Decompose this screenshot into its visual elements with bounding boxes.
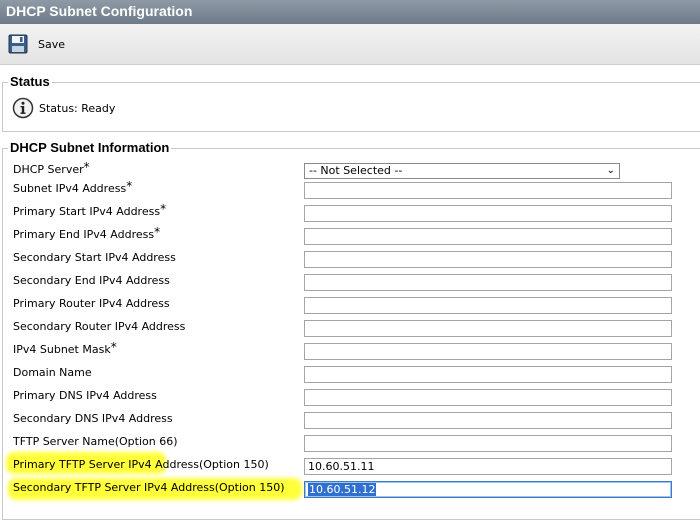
domain-name-input[interactable] [304,366,672,383]
secondary-router-input[interactable] [304,320,672,337]
primary-router-label: Primary Router IPv4 Address [13,297,170,310]
status-text: Status: Ready [39,101,116,115]
primary-tftp-label: Primary TFTP Server IPv4 Address(Option … [13,458,269,471]
dhcp-server-selected: -- Not Selected -- [309,164,403,177]
tftp-server-name-label: TFTP Server Name(Option 66) [13,435,178,448]
secondary-tftp-label: Secondary TFTP Server IPv4 Address(Optio… [13,481,285,494]
primary-router-input[interactable] [304,297,672,314]
title-bar: DHCP Subnet Configuration [0,0,700,24]
toolbar: Save [0,24,700,65]
primary-start-input[interactable] [304,205,672,222]
dhcp-server-label: DHCP Server* [13,160,90,176]
info-icon [12,97,34,119]
save-button[interactable]: Save [8,34,65,54]
primary-dns-input[interactable] [304,389,672,406]
secondary-end-label: Secondary End IPv4 Address [13,274,170,287]
domain-name-label: Domain Name [13,366,92,379]
floppy-disk-icon [8,34,28,54]
tftp-server-name-input[interactable] [304,435,672,452]
selected-text: 10.60.51.12 [308,483,377,496]
subnet-mask-label: IPv4 Subnet Mask* [13,340,117,356]
secondary-tftp-input[interactable]: 10.60.51.12 [304,481,672,498]
secondary-start-label: Secondary Start IPv4 Address [13,251,176,264]
secondary-start-input[interactable] [304,251,672,268]
primary-end-label: Primary End IPv4 Address* [13,225,161,241]
subnet-ipv4-input[interactable] [304,182,672,199]
page-title: DHCP Subnet Configuration [6,3,193,19]
chevron-down-icon: ⌄ [606,165,615,176]
subnet-info-legend: DHCP Subnet Information [8,140,172,155]
subnet-ipv4-label: Subnet IPv4 Address* [13,179,133,195]
primary-tftp-input[interactable]: 10.60.51.11 [304,458,672,475]
primary-start-label: Primary Start IPv4 Address* [13,202,167,218]
save-label: Save [38,37,66,51]
dhcp-server-select[interactable]: -- Not Selected -- ⌄ [304,163,620,179]
primary-end-input[interactable] [304,228,672,245]
subnet-mask-input[interactable] [304,343,672,360]
primary-dns-label: Primary DNS IPv4 Address [13,389,157,402]
status-row: Status: Ready [12,97,115,119]
secondary-end-input[interactable] [304,274,672,291]
secondary-router-label: Secondary Router IPv4 Address [13,320,186,333]
secondary-dns-label: Secondary DNS IPv4 Address [13,412,173,425]
status-legend: Status [8,74,52,89]
secondary-dns-input[interactable] [304,412,672,429]
